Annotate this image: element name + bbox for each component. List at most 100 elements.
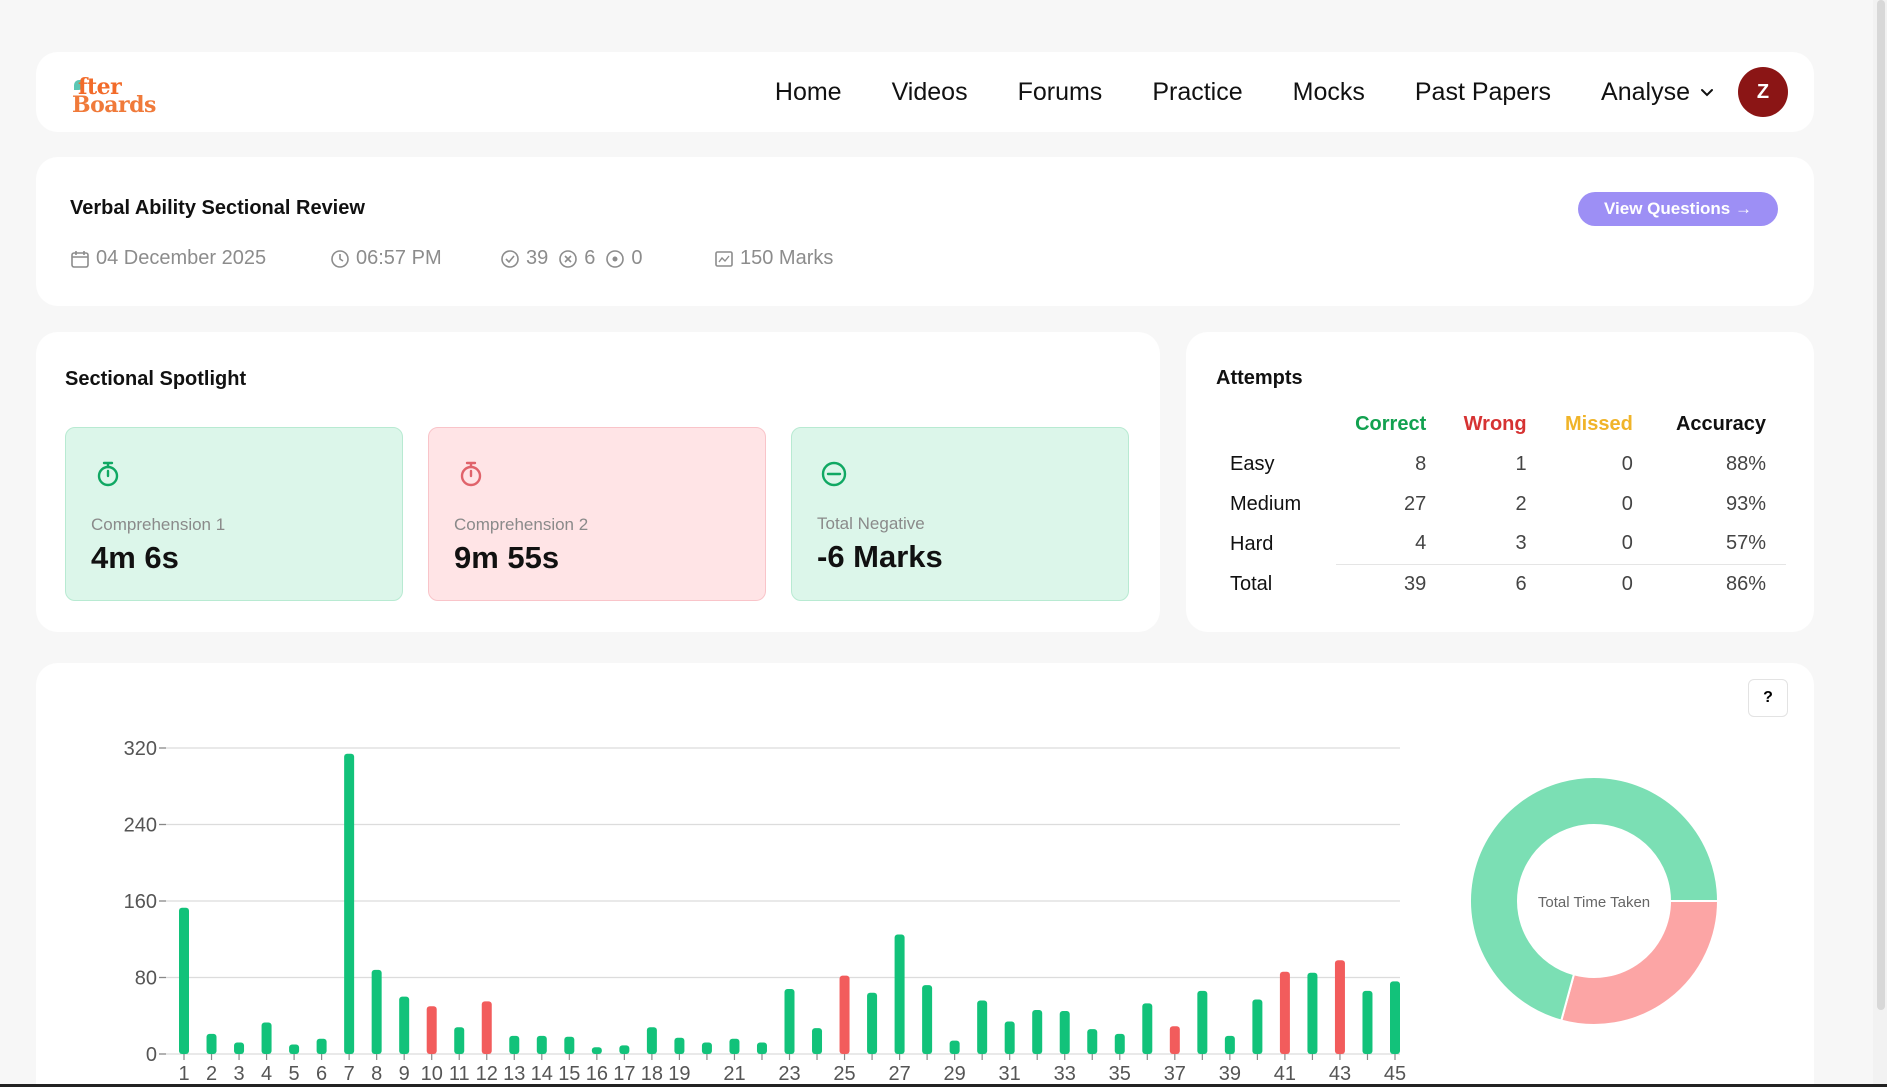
cell-correct: 8 (1415, 452, 1427, 475)
bar-question-26[interactable] (867, 992, 878, 1054)
user-avatar[interactable]: Z (1738, 67, 1788, 117)
afterboards-logo[interactable]: fter Boards (72, 72, 172, 118)
bar-question-14[interactable] (536, 1035, 547, 1054)
nav-practice-link[interactable]: Practice (1152, 78, 1242, 107)
x-tick-label: 31 (999, 1063, 1021, 1085)
tile-value: 9m 55s (454, 540, 560, 575)
bar-question-7[interactable] (344, 753, 355, 1054)
x-tick-label: 18 (641, 1063, 663, 1085)
bar-question-30[interactable] (977, 1000, 988, 1054)
donut-slice-0[interactable] (1560, 900, 1720, 1026)
bar-question-44[interactable] (1362, 990, 1373, 1054)
x-tick-label: 41 (1274, 1063, 1296, 1085)
bar-question-23[interactable] (784, 988, 795, 1054)
scrollbar-thumb[interactable] (1877, 0, 1885, 1010)
bar-question-8[interactable] (371, 969, 382, 1054)
review-time-text: 06:57 PM (356, 247, 442, 269)
bar-question-19[interactable] (674, 1037, 685, 1054)
bar-question-33[interactable] (1059, 1010, 1070, 1054)
x-tick-label: 3 (233, 1063, 244, 1085)
y-tick-label: 320 (124, 738, 157, 760)
bar-question-18[interactable] (646, 1027, 657, 1054)
cell-accuracy: 93% (1725, 492, 1766, 515)
bar-question-38[interactable] (1197, 990, 1208, 1054)
bar-question-34[interactable] (1087, 1029, 1098, 1054)
bar-question-37[interactable] (1169, 1026, 1180, 1054)
page-scrollbar[interactable] (1873, 0, 1887, 1087)
bar-question-16[interactable] (591, 1047, 602, 1054)
cell-wrong: 2 (1515, 492, 1527, 515)
view-questions-button[interactable]: View Questions → (1578, 192, 1778, 226)
bar-question-6[interactable] (316, 1038, 327, 1054)
bar-question-35[interactable] (1114, 1033, 1125, 1054)
cell-correct: 39 (1336, 563, 1447, 604)
y-tick-label: 80 (135, 968, 157, 990)
bar-question-42[interactable] (1307, 972, 1318, 1054)
cell-missed: 0 (1546, 563, 1653, 604)
nav-mocks-link[interactable]: Mocks (1293, 78, 1365, 107)
bar-question-36[interactable] (1142, 1003, 1153, 1054)
bar-question-32[interactable] (1032, 1010, 1043, 1054)
x-tick-label: 11 (449, 1063, 470, 1085)
bar-question-29[interactable] (949, 1040, 960, 1054)
total-time-donut-chart: Total Time Taken (1469, 776, 1720, 1026)
x-tick-label: 39 (1219, 1063, 1241, 1085)
bar-question-3[interactable] (234, 1042, 245, 1054)
bar-question-22[interactable] (756, 1042, 767, 1054)
x-tick-label: 16 (586, 1063, 608, 1085)
cell-missed: 0 (1621, 452, 1633, 475)
header-wrong: Wrong (1463, 412, 1527, 435)
bar-question-13[interactable] (509, 1035, 520, 1054)
attempts-row-easy: Easy 8 1 0 88% (1216, 444, 1786, 484)
x-tick-label: 23 (778, 1063, 800, 1085)
x-tick-label: 4 (261, 1063, 272, 1085)
bar-question-43[interactable] (1334, 960, 1345, 1054)
tile-value: 4m 6s (91, 540, 179, 575)
bar-question-45[interactable] (1390, 981, 1400, 1054)
header-accuracy: Accuracy (1675, 412, 1766, 435)
bar-question-5[interactable] (289, 1044, 300, 1054)
time-per-question-chart-card: ? 0 80 160 240 320 1 2 3 4 5 6 7 8 9 10 11 12 13 14 15 16 17 1… (36, 663, 1814, 1087)
nav-home-link[interactable]: Home (775, 78, 842, 107)
bar-question-11[interactable] (454, 1027, 465, 1054)
bar-question-41[interactable] (1279, 971, 1290, 1054)
nav-forums-link[interactable]: Forums (1018, 78, 1103, 107)
bar-question-17[interactable] (619, 1045, 630, 1054)
bar-question-12[interactable] (481, 1001, 492, 1054)
header-correct: Correct (1355, 412, 1427, 435)
y-tick-label: 160 (124, 891, 157, 913)
bar-question-20[interactable] (701, 1042, 712, 1054)
chevron-down-icon (1701, 89, 1713, 97)
nav-analyse-dropdown[interactable]: Analyse (1601, 78, 1714, 107)
bar-question-24[interactable] (812, 1028, 823, 1054)
time-per-question-bar-chart: 0801602403201 2 3 4 5 6 7 8 9 10 11 12 13 14 15 16 17 18 1… (124, 738, 1407, 1085)
bar-question-21[interactable] (729, 1038, 740, 1054)
bar-question-15[interactable] (564, 1036, 575, 1054)
bar-question-28[interactable] (922, 985, 933, 1054)
bar-question-2[interactable] (206, 1033, 217, 1054)
bar-question-25[interactable] (839, 975, 850, 1054)
bar-question-27[interactable] (894, 934, 905, 1054)
dot-circle-icon (606, 249, 625, 268)
bar-question-1[interactable] (179, 907, 189, 1054)
review-time: 06:57 PM (330, 247, 442, 270)
x-tick-label: 9 (399, 1063, 410, 1085)
nav-videos-link[interactable]: Videos (892, 78, 968, 107)
spotlight-tile-comprehension-1: Comprehension 1 4m 6s (65, 427, 403, 601)
bar-question-10[interactable] (426, 1006, 437, 1054)
logo-text-line2: Boards (72, 92, 156, 118)
help-button[interactable]: ? (1748, 679, 1788, 717)
check-circle-icon (501, 249, 519, 268)
bar-question-31[interactable] (1004, 1021, 1015, 1054)
bar-question-4[interactable] (261, 1022, 272, 1054)
bar-question-9[interactable] (399, 996, 410, 1054)
bar-question-40[interactable] (1252, 999, 1263, 1054)
bar-question-39[interactable] (1224, 1035, 1235, 1054)
x-tick-label: 27 (888, 1063, 910, 1085)
nav-past-papers-link[interactable]: Past Papers (1415, 78, 1551, 107)
review-marks: 150 Marks (714, 247, 833, 270)
stopwatch-icon (460, 461, 482, 487)
cell-accuracy: 88% (1725, 452, 1766, 475)
tile-label: Comprehension 1 (91, 515, 226, 534)
cell-missed: 0 (1621, 492, 1633, 515)
